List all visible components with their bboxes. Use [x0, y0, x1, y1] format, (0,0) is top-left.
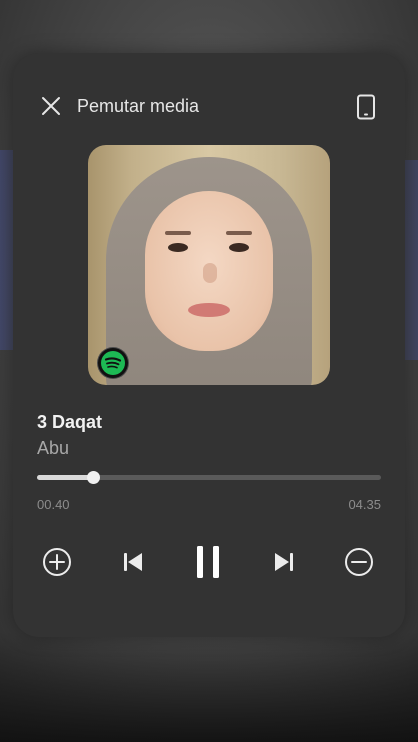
- current-time: 00.40: [37, 497, 70, 512]
- album-art-lips: [188, 303, 230, 317]
- close-button[interactable]: [40, 95, 62, 117]
- media-player-card: Pemutar media 3 Daqat Abu 00.40 04.35: [13, 53, 405, 637]
- pause-icon: [197, 546, 219, 578]
- track-artist: Abu: [37, 438, 70, 458]
- track-title: 3 Daqat: [37, 412, 103, 432]
- phone-device-icon: [357, 94, 375, 120]
- next-button[interactable]: [264, 542, 304, 582]
- album-art-nose: [203, 263, 217, 283]
- spotify-icon: [101, 351, 125, 375]
- seek-bar-progress: [37, 475, 93, 480]
- add-circle-icon: [43, 548, 71, 576]
- skip-previous-icon: [124, 553, 142, 571]
- remove-button[interactable]: [339, 542, 379, 582]
- album-art-eye-left: [168, 243, 188, 252]
- background-bottom-shade: [0, 632, 418, 742]
- album-art-brow-right: [226, 231, 252, 235]
- total-time: 04.35: [348, 497, 381, 512]
- album-art: [88, 145, 330, 385]
- output-device-button[interactable]: [355, 94, 377, 120]
- add-button[interactable]: [37, 542, 77, 582]
- seek-bar[interactable]: [37, 471, 381, 484]
- close-icon: [42, 97, 60, 115]
- album-art-eye-right: [229, 243, 249, 252]
- skip-next-icon: [275, 553, 293, 571]
- pause-button[interactable]: [188, 542, 228, 582]
- album-art-brow-left: [165, 231, 191, 235]
- remove-circle-icon: [345, 548, 373, 576]
- seek-bar-thumb[interactable]: [87, 471, 100, 484]
- spotify-badge: [97, 347, 129, 379]
- previous-button[interactable]: [113, 542, 153, 582]
- panel-title: Pemutar media: [77, 96, 200, 116]
